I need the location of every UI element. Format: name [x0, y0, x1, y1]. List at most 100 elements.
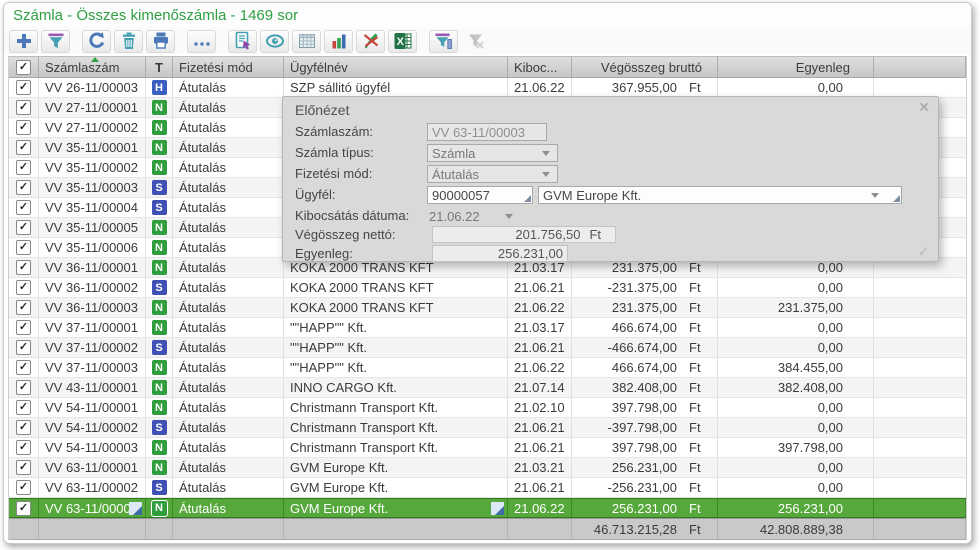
table-row[interactable]: ✓ VV 37-11/00002 S Átutalás ""HAPP"" Kft. 21.… — [9, 338, 966, 358]
view-button[interactable] — [260, 29, 289, 53]
add-button[interactable] — [9, 29, 38, 53]
row-checkbox[interactable]: ✓ — [16, 200, 31, 215]
row-checkbox-cell[interactable]: ✓ — [9, 358, 39, 377]
row-checkbox[interactable]: ✓ — [16, 360, 31, 375]
payment-method-select[interactable]: Átutalás — [427, 165, 558, 183]
row-checkbox-cell[interactable]: ✓ — [9, 499, 39, 517]
row-checkbox[interactable]: ✓ — [16, 120, 31, 135]
row-checkbox[interactable]: ✓ — [16, 100, 31, 115]
chart-button[interactable] — [324, 29, 353, 53]
row-checkbox-cell[interactable]: ✓ — [9, 98, 39, 117]
row-checkbox[interactable]: ✓ — [16, 180, 31, 195]
more-button[interactable] — [187, 29, 216, 53]
close-icon[interactable]: ✕ — [918, 99, 930, 116]
invoice-number-cell: VV 35-11/00005 — [39, 218, 146, 237]
column-header-payment[interactable]: Fizetési mód — [173, 57, 284, 77]
row-checkbox-cell[interactable]: ✓ — [9, 158, 39, 177]
table-row[interactable]: ✓ VV 54-11/00002 S Átutalás Christmann Trans… — [9, 418, 966, 438]
row-checkbox[interactable]: ✓ — [16, 480, 31, 495]
type-cell: S — [146, 278, 173, 297]
row-checkbox[interactable]: ✓ — [16, 140, 31, 155]
row-checkbox-cell[interactable]: ✓ — [9, 298, 39, 317]
row-checkbox[interactable]: ✓ — [16, 420, 31, 435]
table-row[interactable]: ✓ VV 26-11/00003 H Átutalás SZP sállitó ügyf… — [9, 78, 966, 98]
column-header-type[interactable]: T — [146, 57, 173, 77]
type-badge: N — [151, 360, 167, 375]
row-checkbox[interactable]: ✓ — [16, 80, 31, 95]
row-checkbox-cell[interactable]: ✓ — [9, 398, 39, 417]
issue-date-select[interactable]: 21.06.22 — [424, 207, 521, 225]
row-checkbox-cell[interactable]: ✓ — [9, 438, 39, 457]
filter-button[interactable] — [41, 29, 70, 53]
row-checkbox-cell[interactable]: ✓ — [9, 218, 39, 237]
row-checkbox[interactable]: ✓ — [16, 280, 31, 295]
type-cell: N — [146, 138, 173, 157]
row-checkbox-cell[interactable]: ✓ — [9, 178, 39, 197]
invoice-number-cell: VV 35-11/00002 — [39, 158, 146, 177]
row-checkbox-cell[interactable]: ✓ — [9, 78, 39, 97]
balance-field: 256.231,00 — [432, 245, 568, 262]
row-checkbox[interactable]: ✓ — [16, 340, 31, 355]
column-header-gross[interactable]: Végösszeg bruttó — [572, 57, 718, 77]
row-checkbox[interactable]: ✓ — [16, 320, 31, 335]
print-button[interactable] — [146, 29, 175, 53]
row-checkbox-cell[interactable]: ✓ — [9, 378, 39, 397]
row-checkbox-cell[interactable]: ✓ — [9, 318, 39, 337]
row-checkbox-cell[interactable]: ✓ — [9, 458, 39, 477]
row-checkbox[interactable]: ✓ — [16, 260, 31, 275]
row-checkbox[interactable]: ✓ — [16, 220, 31, 235]
table-row[interactable]: ✓ VV 37-11/00001 N Átutalás ""HAPP"" Kft. 21.… — [9, 318, 966, 338]
invoice-number-field[interactable]: VV 63-11/00003 — [427, 123, 547, 141]
table-row[interactable]: ✓ VV 54-11/00003 N Átutalás Christmann Trans… — [9, 438, 966, 458]
table-row[interactable]: ✓ VV 54-11/00001 N Átutalás Christmann Trans… — [9, 398, 966, 418]
table-row[interactable]: ✓ VV 36-11/00002 S Átutalás KOKA 2000 TRANS … — [9, 278, 966, 298]
invoice-number-cell: VV 35-11/00004 — [39, 198, 146, 217]
row-checkbox[interactable]: ✓ — [16, 440, 31, 455]
filter-apply-button[interactable] — [429, 29, 458, 53]
column-header-invoice[interactable]: Számlaszám — [39, 57, 146, 77]
type-badge: N — [151, 440, 167, 455]
row-checkbox[interactable]: ✓ — [16, 380, 31, 395]
table-row[interactable]: ✓ VV 63-11/00002 S Átutalás GVM Europe Kft. 2… — [9, 478, 966, 498]
confirm-check-icon[interactable]: ✓ — [918, 244, 929, 260]
customer-code-field[interactable]: 90000057 — [427, 186, 533, 204]
excel-export-button[interactable]: X — [388, 29, 417, 53]
table-row[interactable]: ✓ VV 63-11/00003 N Átutalás GVM Europe Kft. 2… — [9, 498, 966, 518]
table-row[interactable]: ✓ VV 36-11/00003 N Átutalás KOKA 2000 TRANS … — [9, 298, 966, 318]
row-checkbox-cell[interactable]: ✓ — [9, 258, 39, 277]
row-checkbox[interactable]: ✓ — [16, 160, 31, 175]
row-checkbox[interactable]: ✓ — [16, 460, 31, 475]
type-badge: N — [151, 460, 167, 475]
payment-cell: Átutalás — [173, 458, 284, 477]
grid-button[interactable] — [292, 29, 321, 53]
detach-button[interactable] — [356, 29, 385, 53]
row-checkbox-cell[interactable]: ✓ — [9, 198, 39, 217]
table-row[interactable]: ✓ VV 43-11/00001 N Átutalás INNO CARGO Kft. 2… — [9, 378, 966, 398]
row-checkbox-cell[interactable]: ✓ — [9, 278, 39, 297]
refresh-button[interactable] — [82, 29, 111, 53]
row-checkbox-cell[interactable]: ✓ — [9, 138, 39, 157]
row-checkbox[interactable]: ✓ — [16, 500, 31, 516]
column-header-balance[interactable]: Egyenleg — [718, 57, 874, 77]
row-checkbox[interactable]: ✓ — [16, 300, 31, 315]
table-row[interactable]: ✓ VV 37-11/00003 N Átutalás ""HAPP"" Kft. 21.… — [9, 358, 966, 378]
type-cell: S — [146, 198, 173, 217]
type-badge: N — [151, 300, 167, 315]
gross-cell: 397.798,00 Ft — [572, 398, 718, 417]
row-checkbox[interactable]: ✓ — [16, 400, 31, 415]
row-checkbox-cell[interactable]: ✓ — [9, 418, 39, 437]
column-header-issued[interactable]: Kiboc... — [508, 57, 572, 77]
row-checkbox-cell[interactable]: ✓ — [9, 238, 39, 257]
row-checkbox-cell[interactable]: ✓ — [9, 338, 39, 357]
row-checkbox[interactable]: ✓ — [16, 240, 31, 255]
delete-button[interactable] — [114, 29, 143, 53]
row-checkbox-cell[interactable]: ✓ — [9, 478, 39, 497]
table-row[interactable]: ✓ VV 63-11/00001 N Átutalás GVM Europe Kft. 2… — [9, 458, 966, 478]
column-header-customer[interactable]: Ügyfélnév — [284, 57, 508, 77]
customer-name-select[interactable]: GVM Europe Kft. — [538, 186, 902, 204]
select-all-checkbox[interactable]: ✓ — [16, 59, 31, 75]
invoice-type-select[interactable]: Számla — [427, 144, 558, 162]
row-checkbox-cell[interactable]: ✓ — [9, 118, 39, 137]
preview-button[interactable] — [228, 29, 257, 53]
select-all-cell[interactable]: ✓ — [9, 57, 39, 77]
